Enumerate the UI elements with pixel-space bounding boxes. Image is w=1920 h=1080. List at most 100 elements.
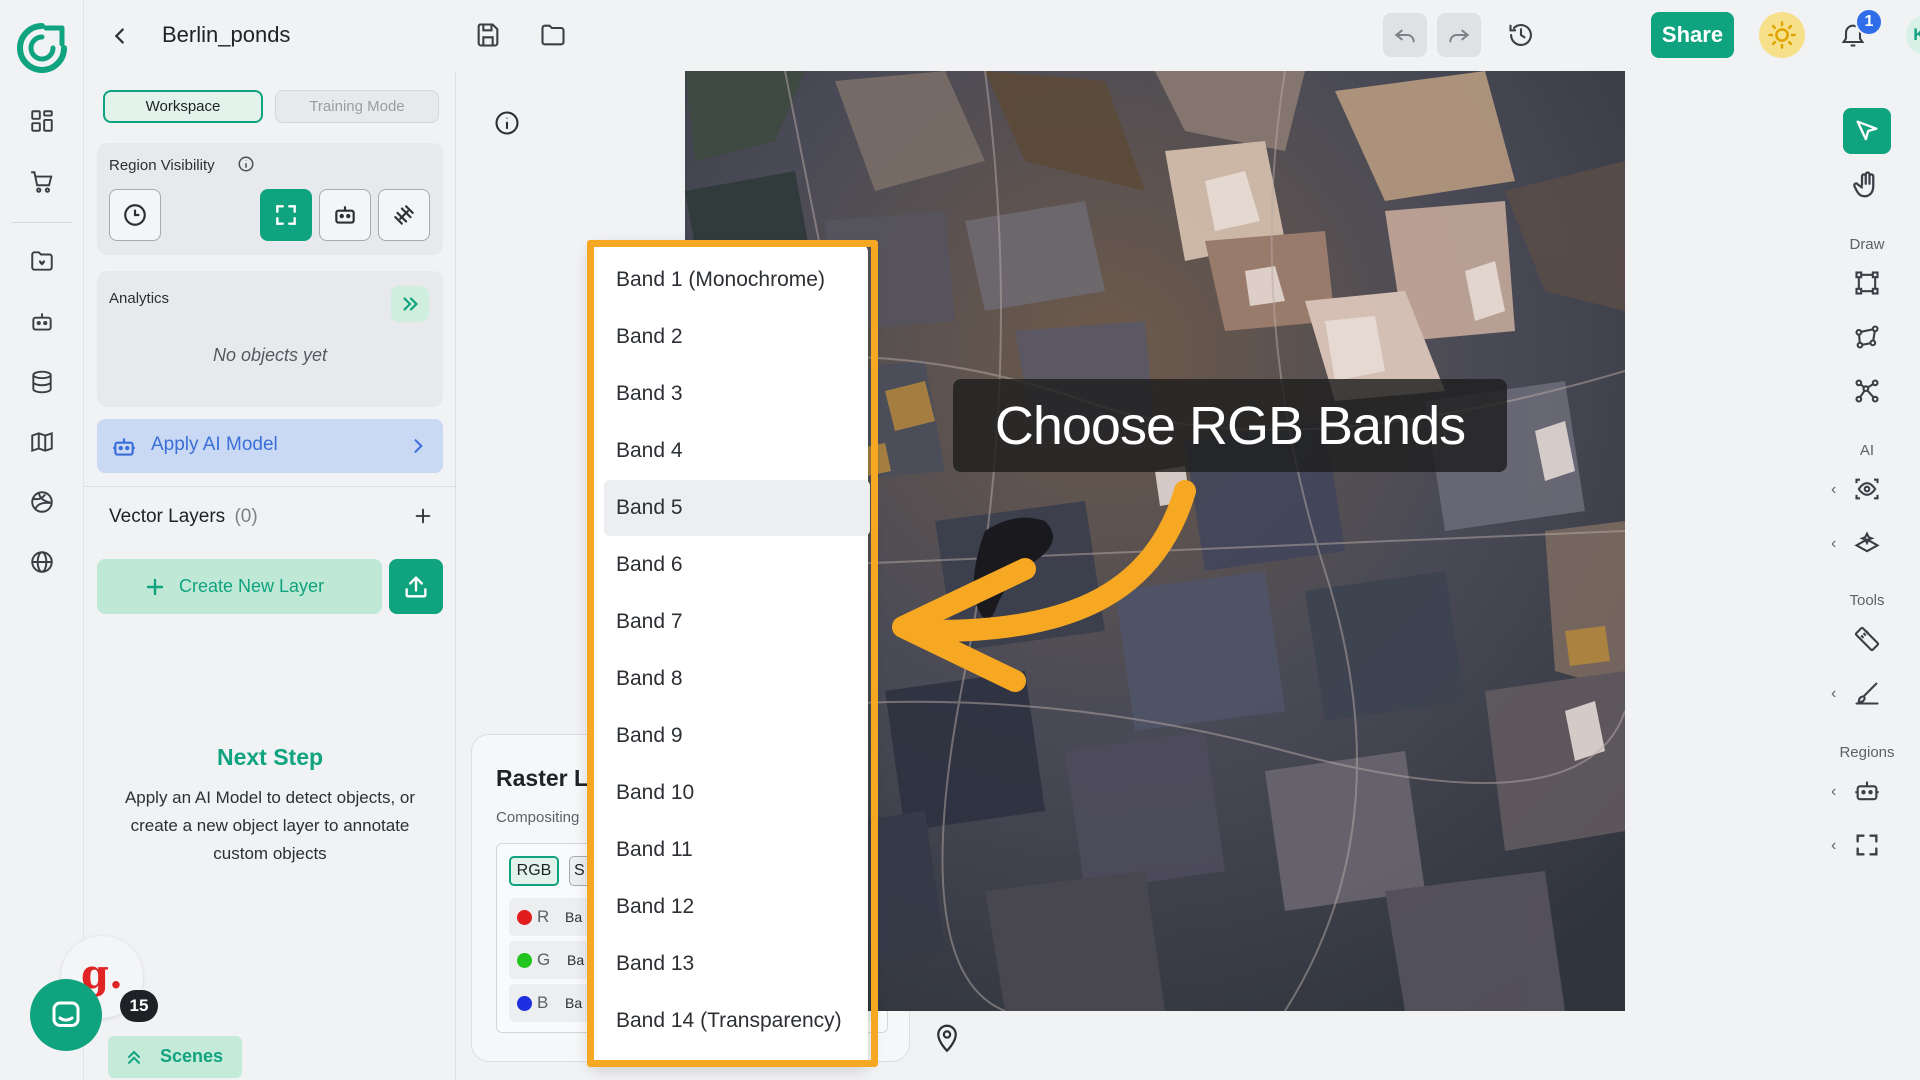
undo-button[interactable]	[1383, 13, 1427, 57]
pan-tool-button[interactable]	[1843, 162, 1891, 208]
app-logo-icon	[17, 23, 67, 73]
analytics-card: Analytics No objects yet	[97, 271, 443, 407]
globe-icon[interactable]	[22, 542, 62, 582]
rectangle-draw-icon	[1855, 271, 1879, 295]
band-option[interactable]: Band 6	[604, 537, 870, 593]
user-avatar[interactable]: KG	[1906, 15, 1920, 55]
region-visibility-card: Region Visibility	[97, 143, 443, 255]
vector-layers-label: Vector Layers	[109, 506, 226, 527]
chevron-left-icon[interactable]: ‹	[1831, 685, 1836, 703]
band-option[interactable]: Band 8	[604, 651, 870, 707]
map-icon[interactable]	[22, 422, 62, 462]
notification-badge: 1	[1855, 8, 1883, 36]
ai-segment-button[interactable]	[1843, 520, 1891, 566]
robot-icon	[1855, 781, 1879, 801]
app-logo[interactable]	[16, 22, 68, 74]
compositing-label: Compositing	[496, 809, 580, 826]
frame-toggle-button[interactable]	[260, 189, 312, 241]
location-pin-button[interactable]	[932, 1020, 962, 1054]
band-option[interactable]: Band 9	[604, 708, 870, 764]
next-step-description: Apply an AI Model to detect objects, or …	[124, 788, 416, 863]
analytics-expand-button[interactable]	[391, 286, 429, 322]
region-robot-button[interactable]	[1843, 768, 1891, 814]
mode-rgb-button[interactable]: RGB	[509, 856, 559, 886]
save-button[interactable]	[466, 13, 510, 57]
brush-tool-button[interactable]	[1843, 670, 1891, 716]
draw-polygon-button[interactable]	[1843, 314, 1891, 360]
history-button[interactable]	[1499, 13, 1543, 57]
info-button[interactable]	[486, 102, 528, 144]
draw-keypoints-button[interactable]	[1843, 368, 1891, 414]
apply-ai-model-button[interactable]: Apply AI Model	[97, 419, 443, 473]
create-new-layer-button[interactable]: Create New Layer	[97, 559, 382, 614]
open-folder-button[interactable]	[531, 13, 575, 57]
keypoints-draw-icon	[1855, 379, 1879, 403]
region-frame-button[interactable]	[1843, 822, 1891, 868]
scenes-button[interactable]: Scenes	[108, 1036, 242, 1078]
band-option[interactable]: Band 2	[604, 309, 870, 365]
tools-section-label: Tools	[1849, 592, 1885, 609]
folder-icon	[541, 24, 565, 46]
band-option[interactable]: Band 13	[604, 936, 870, 992]
band-option[interactable]: Band 3	[604, 366, 870, 422]
band-option[interactable]: Band 12	[604, 879, 870, 935]
chevron-left-icon[interactable]: ‹	[1831, 783, 1836, 801]
chevron-left-icon[interactable]: ‹	[1831, 535, 1836, 553]
globe-grid-icon[interactable]	[22, 482, 62, 522]
eye-scan-icon	[1855, 478, 1879, 500]
chat-badge-count: 15	[120, 990, 158, 1022]
robot-icon[interactable]	[22, 302, 62, 342]
tab-workspace[interactable]: Workspace	[103, 90, 263, 123]
back-button[interactable]	[98, 14, 142, 58]
tab-training-mode[interactable]: Training Mode	[275, 90, 439, 123]
regions-section-label: Regions	[1839, 744, 1895, 761]
redo-button[interactable]	[1437, 13, 1481, 57]
band-option[interactable]: Band 10	[604, 765, 870, 821]
plus-icon	[146, 578, 164, 596]
band-option[interactable]: Band 4	[604, 423, 870, 479]
upload-layer-button[interactable]	[389, 559, 443, 614]
band-option[interactable]: Band 11	[604, 822, 870, 878]
band-option[interactable]: Band 1 (Monochrome)	[604, 252, 870, 308]
band-option[interactable]: Band 5	[604, 480, 870, 536]
share-button[interactable]: Share	[1651, 12, 1734, 58]
measure-tool-button[interactable]	[1843, 616, 1891, 662]
raster-layers-title: Raster L	[496, 765, 589, 791]
theme-toggle[interactable]	[1759, 12, 1805, 58]
magic-stack-icon	[1854, 531, 1880, 553]
next-step-title: Next Step	[216, 744, 324, 770]
cursor-arrow-icon	[1856, 120, 1878, 141]
left-icon-rail	[0, 0, 84, 1080]
select-tool-button[interactable]	[1843, 108, 1891, 154]
cart-icon[interactable]	[22, 162, 62, 202]
timer-toggle-button[interactable]	[109, 189, 161, 241]
channel-b-dot	[517, 996, 532, 1011]
folder-location-icon[interactable]	[22, 241, 62, 281]
robot-toggle-button[interactable]	[319, 189, 371, 241]
scenes-label: Scenes	[160, 1046, 224, 1066]
hand-icon	[1853, 171, 1875, 198]
chat-icon	[52, 1001, 80, 1027]
info-icon[interactable]	[237, 155, 255, 173]
dashboard-icon[interactable]	[22, 101, 62, 141]
chat-launcher-button[interactable]	[30, 979, 102, 1051]
band-option[interactable]: Band 14 (Transparency)	[604, 993, 870, 1049]
add-vector-layer-button[interactable]	[405, 498, 441, 534]
database-icon[interactable]	[22, 362, 62, 402]
band-option[interactable]: Band 7	[604, 594, 870, 650]
info-icon	[495, 111, 519, 135]
chevron-left-icon[interactable]: ‹	[1831, 481, 1836, 499]
robot-icon	[113, 438, 135, 456]
location-pin-icon	[937, 1024, 957, 1053]
train-toggle-button[interactable]	[378, 189, 430, 241]
sun-icon	[1768, 21, 1796, 49]
channel-r-letter: R	[537, 907, 550, 926]
user-initials: KG	[1913, 25, 1920, 44]
undo-icon	[1394, 29, 1415, 43]
ai-detect-button[interactable]	[1843, 466, 1891, 512]
draw-rectangle-button[interactable]	[1843, 260, 1891, 306]
panel-divider	[84, 486, 456, 487]
chevron-left-icon[interactable]: ‹	[1831, 837, 1836, 855]
top-bar: Berlin_ponds Share 1 KG	[84, 0, 1920, 72]
fullscreen-frame-icon	[276, 205, 296, 225]
